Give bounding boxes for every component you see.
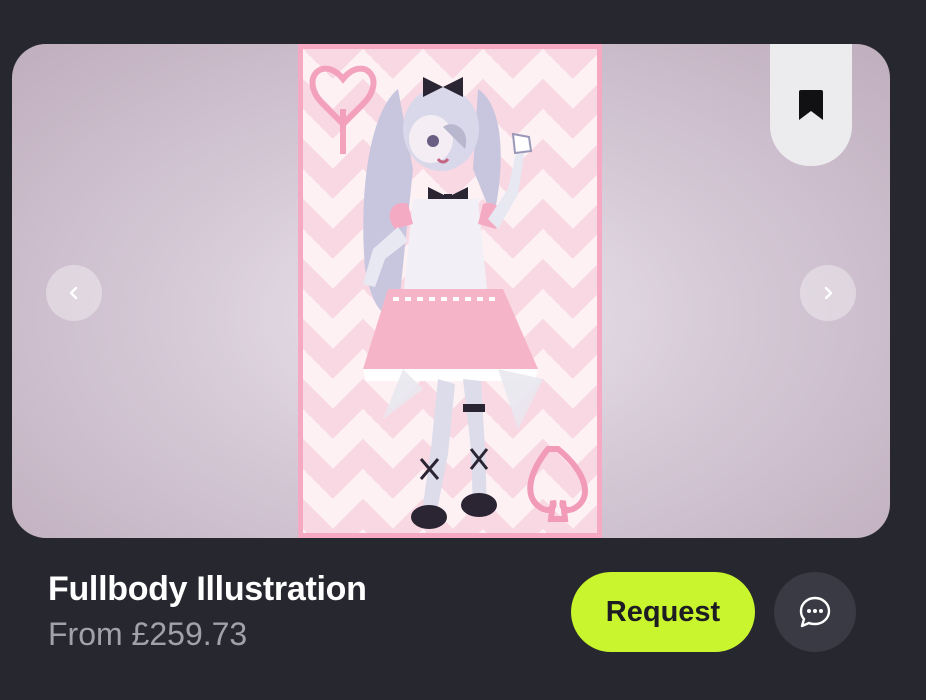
artwork-image[interactable] bbox=[298, 44, 602, 538]
chat-bubble-icon bbox=[799, 596, 831, 628]
listing-title: Fullbody Illustration bbox=[48, 570, 367, 608]
gallery-card bbox=[12, 44, 890, 538]
message-button[interactable] bbox=[774, 572, 856, 652]
page: Fullbody Illustration From £259.73 Reque… bbox=[0, 0, 926, 700]
chevron-right-icon bbox=[824, 286, 833, 300]
spade-ornament bbox=[527, 446, 588, 522]
bookmark-icon bbox=[799, 90, 823, 120]
listing-price: From £259.73 bbox=[48, 616, 248, 652]
previous-image-button[interactable] bbox=[46, 265, 102, 321]
next-image-button[interactable] bbox=[800, 265, 856, 321]
chevron-left-icon bbox=[69, 286, 78, 300]
heart-ornament bbox=[309, 65, 377, 154]
bookmark-button[interactable] bbox=[770, 44, 852, 166]
character-illustration bbox=[309, 65, 588, 529]
artwork-canvas bbox=[303, 49, 597, 533]
request-button[interactable]: Request bbox=[571, 572, 755, 652]
